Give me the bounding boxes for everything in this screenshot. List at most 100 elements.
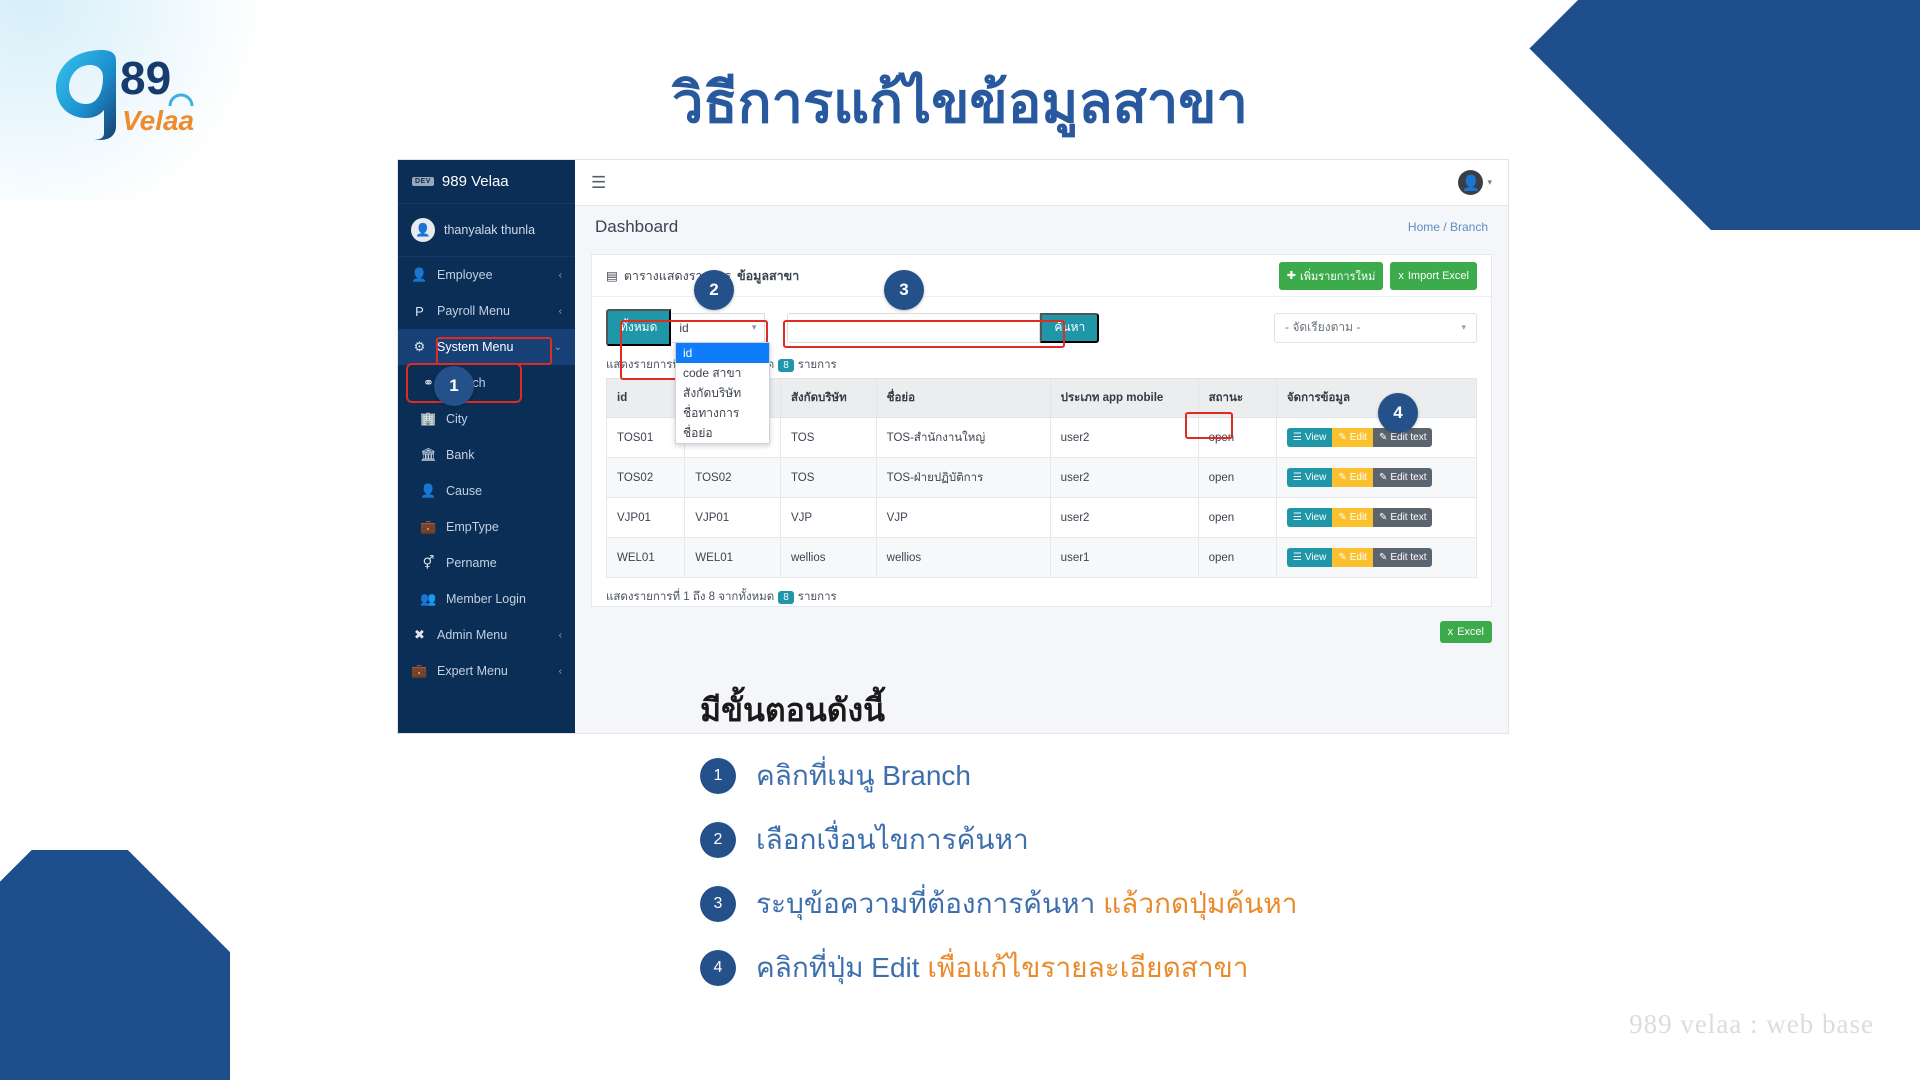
page-title: วิธีการแก้ไขข้อมูลสาขา [672, 71, 1248, 134]
step-text: เลือกเงื่อนไขการค้นหา [756, 818, 1029, 862]
cell-actions: ☰ View ✎ Edit ✎ Edit text [1275, 537, 1478, 578]
paypal-icon: P [415, 303, 424, 319]
sidebar-brand[interactable]: DEV 989 Velaa [398, 160, 575, 204]
step-text-main: คลิกที่เมนู Branch [756, 760, 971, 791]
search-input[interactable] [787, 312, 1041, 343]
edit-button[interactable]: ✎ Edit [1332, 428, 1373, 447]
pencil-icon: ✎ [1338, 552, 1347, 563]
col-actions: จัดการข้อมูล [1275, 378, 1478, 418]
list-icon: ☰ [1292, 472, 1302, 483]
cell-short: TOS-สำนักงานใหญ่ [875, 417, 1051, 458]
search-button[interactable]: ค้นหา [1040, 312, 1100, 343]
filter-all-button[interactable]: ทั้งหมด [606, 309, 672, 346]
showing-bottom-count: 8 [778, 590, 794, 604]
import-excel-label: Import Excel [1407, 269, 1469, 282]
add-new-label: เพิ่มรายการใหม่ [1299, 270, 1376, 283]
view-button[interactable]: ☰ View [1286, 508, 1333, 527]
edit-label: Edit [1349, 432, 1367, 443]
sidebar-item-payroll-menu[interactable]: P Payroll Menu ‹ [398, 293, 575, 329]
sidebar-item-admin-menu[interactable]: ✖ Admin Menu ‹ [398, 617, 575, 653]
sidebar-item-label: Payroll Menu [437, 304, 510, 318]
content-area: ☰ 👤 ▾ Dashboard Home / Branch ▤ ตารางแสด… [575, 160, 1508, 733]
edit-text-label: Edit text [1390, 552, 1427, 563]
instructions-heading: มีขั้นตอนดังนี้ [700, 692, 885, 728]
view-button[interactable]: ☰ View [1286, 548, 1333, 567]
dropdown-option[interactable]: code สาขา [676, 363, 769, 383]
sidebar-item-label: Member Login [446, 592, 526, 606]
app-screenshot: DEV 989 Velaa 👤 thanyalak thunla 👤 Emplo… [398, 160, 1508, 733]
step-text-accent: เพื่อแก้ไขรายละเอียดสาขา [927, 952, 1249, 983]
list-icon: ☰ [1292, 512, 1302, 523]
search-group: ค้นหา [787, 312, 1100, 343]
decor-bottom-left-ribbon [0, 850, 230, 1080]
chevron-down-icon: ▾ [1487, 177, 1492, 187]
cell-id: TOS02 [605, 457, 686, 498]
id-card-icon: 💼 [420, 519, 437, 534]
dropdown-option[interactable]: สังกัดบริษัท [676, 383, 769, 403]
sidebar-item-expert-menu[interactable]: 💼 Expert Menu ‹ [398, 653, 575, 689]
sidebar-item-label: EmpType [446, 520, 499, 534]
search-condition-dropdown-list[interactable]: id code สาขา สังกัดบริษัท ชื่อทางการ ชื่… [675, 342, 770, 444]
edit-button[interactable]: ✎ Edit [1332, 468, 1373, 487]
edit-text-button[interactable]: ✎ Edit text [1372, 508, 1433, 527]
chevron-down-icon: ⌄ [553, 341, 562, 353]
chevron-left-icon: ‹ [558, 269, 562, 281]
branch-table-card: ▤ ตารางแสดงรายการ ข้อมูลสาขา ✚ เพิ่มรายก… [591, 254, 1492, 607]
callout-bubble-3: 3 [884, 270, 924, 310]
col-short: ชื่อย่อ [875, 378, 1051, 418]
edit-button[interactable]: ✎ Edit [1332, 508, 1373, 527]
sidebar-item-cause[interactable]: 👤 Cause [398, 473, 575, 509]
excel-export-button[interactable]: x Excel [1439, 621, 1492, 643]
breadcrumb-branch[interactable]: Branch [1450, 220, 1488, 234]
edit-text-button[interactable]: ✎ Edit text [1372, 548, 1433, 567]
cell-short: wellios [875, 537, 1051, 578]
sidebar-item-label: Employee [437, 268, 493, 282]
sidebar-item-member-login[interactable]: 👥 Member Login [398, 581, 575, 617]
pencil-icon: ✎ [1378, 552, 1388, 563]
showing-top-count: 8 [778, 358, 794, 372]
import-excel-button[interactable]: x Import Excel [1390, 261, 1477, 290]
view-button[interactable]: ☰ View [1286, 428, 1333, 447]
cell-apptype: user2 [1049, 417, 1199, 458]
view-button[interactable]: ☰ View [1286, 468, 1333, 487]
sidebar-item-pername[interactable]: ⚥ Pername [398, 545, 575, 581]
view-label: View [1304, 432, 1327, 443]
table-row: VJP01 VJP01 VJP VJP user2 open ☰ View ✎ Ed… [605, 497, 1478, 538]
edit-button[interactable]: ✎ Edit [1332, 548, 1373, 567]
dropdown-option[interactable]: ชื่อย่อ [676, 423, 769, 443]
dropdown-option[interactable]: id [676, 343, 769, 363]
tools-icon: ✖ [414, 627, 425, 642]
showing-bottom-text: แสดงรายการที่ 1 ถึง 8 จากทั้งหมด [606, 591, 775, 603]
step-text-main: คลิกที่ปุ่ม Edit [756, 952, 920, 983]
step-text: คลิกที่เมนู Branch [756, 754, 971, 798]
breadcrumb-home[interactable]: Home [1408, 220, 1440, 234]
plus-icon: ✚ [1286, 270, 1296, 282]
sidebar-item-city[interactable]: 🏢 City [398, 401, 575, 437]
dropdown-option[interactable]: ชื่อทางการ [676, 403, 769, 423]
sidebar-item-label: Expert Menu [437, 664, 508, 678]
breadcrumb: Home / Branch [1408, 220, 1488, 234]
sidebar-item-employee[interactable]: 👤 Employee ‹ [398, 257, 575, 293]
excel-label: Excel [1457, 626, 1484, 638]
table-row: TOS02 TOS02 TOS TOS-ฝ่ายปฏิบัติการ user2… [605, 457, 1478, 498]
edit-text-label: Edit text [1390, 512, 1427, 523]
sidebar-item-bank[interactable]: 🏛 Bank [398, 437, 575, 473]
instruction-step-4: 4 คลิกที่ปุ่ม Edit เพื่อแก้ไขรายละเอียดส… [700, 946, 1700, 990]
edit-text-button[interactable]: ✎ Edit text [1372, 468, 1433, 487]
search-condition-select[interactable]: id ▾ [671, 312, 766, 343]
cell-company: TOS [779, 417, 877, 458]
topbar-user-menu[interactable]: 👤 ▾ [1458, 170, 1492, 195]
edit-text-label: Edit text [1390, 432, 1427, 443]
hamburger-icon[interactable]: ☰ [591, 173, 606, 193]
cell-actions: ☰ View ✎ Edit ✎ Edit text [1275, 417, 1478, 458]
sidebar-item-label: Admin Menu [437, 628, 508, 642]
excel-icon: x [1447, 626, 1454, 638]
showing-info-bottom: แสดงรายการที่ 1 ถึง 8 จากทั้งหมด 8 รายกา… [592, 578, 1491, 606]
sidebar-user[interactable]: 👤 thanyalak thunla [398, 204, 575, 257]
sidebar-item-emptype[interactable]: 💼 EmpType [398, 509, 575, 545]
sidebar-item-system-menu[interactable]: ⚙ System Menu ⌄ [398, 329, 575, 365]
pencil-icon: ✎ [1338, 432, 1347, 443]
sort-select[interactable]: - จัดเรียงตาม - ▾ [1274, 312, 1477, 343]
cell-status: open [1197, 457, 1277, 498]
add-new-button[interactable]: ✚ เพิ่มรายการใหม่ [1278, 261, 1384, 290]
